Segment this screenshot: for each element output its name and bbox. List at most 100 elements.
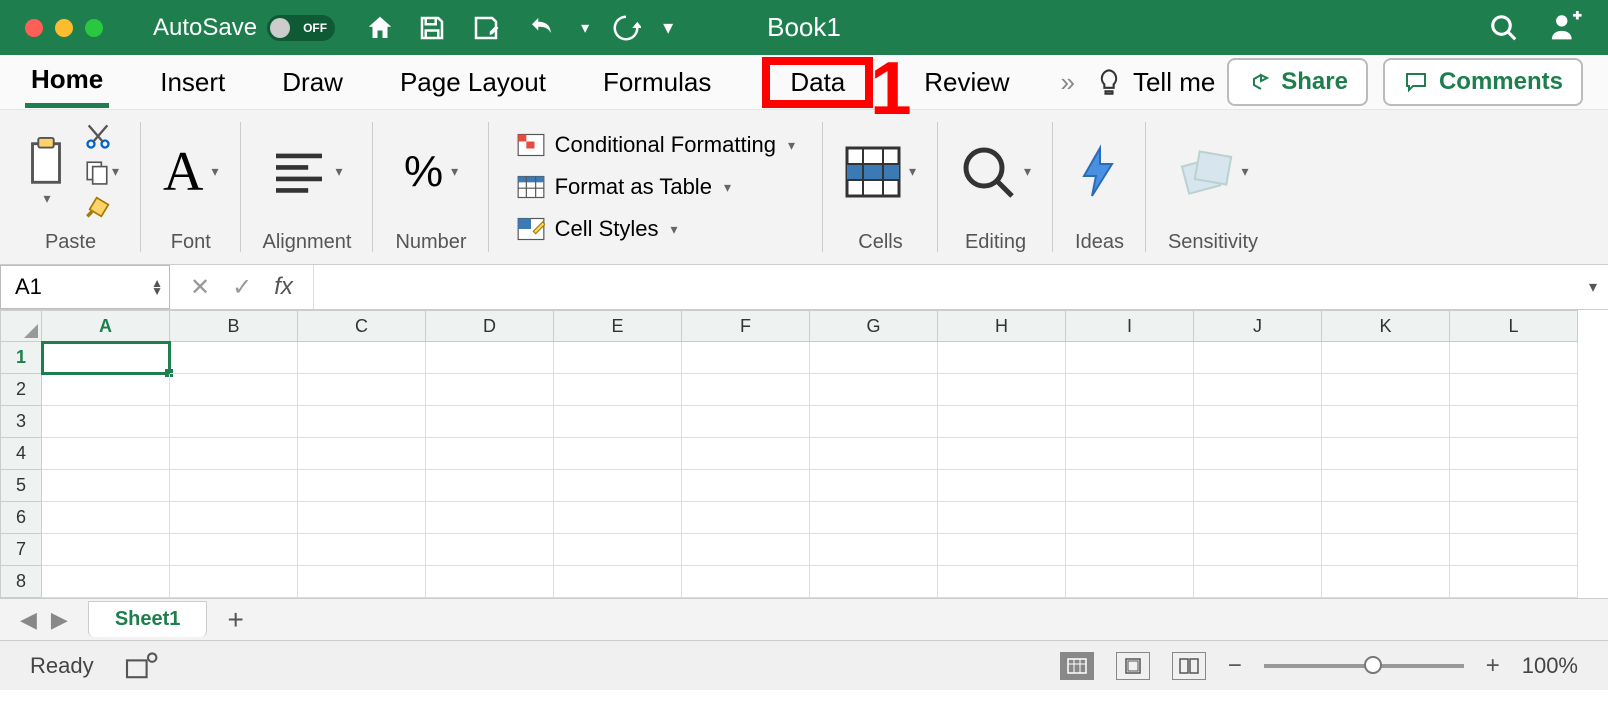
zoom-out-button[interactable]: − [1228, 652, 1242, 680]
cell-H3[interactable] [938, 406, 1066, 438]
col-header-I[interactable]: I [1066, 310, 1194, 342]
cell-D5[interactable] [426, 470, 554, 502]
minimize-window-button[interactable] [55, 19, 73, 37]
account-icon[interactable] [1549, 11, 1583, 45]
cell-L3[interactable] [1450, 406, 1578, 438]
macro-record-icon[interactable] [124, 652, 158, 680]
row-header-4[interactable]: 4 [0, 438, 42, 470]
sensitivity-dropdown[interactable]: ▾ [1241, 163, 1248, 180]
cell-F2[interactable] [682, 374, 810, 406]
cell-H8[interactable] [938, 566, 1066, 598]
col-header-B[interactable]: B [170, 310, 298, 342]
cell-L8[interactable] [1450, 566, 1578, 598]
cell-I4[interactable] [1066, 438, 1194, 470]
cell-B5[interactable] [170, 470, 298, 502]
tab-overflow-icon[interactable]: » [1061, 67, 1075, 98]
cell-I7[interactable] [1066, 534, 1194, 566]
copy-icon[interactable] [84, 159, 110, 185]
cell-I3[interactable] [1066, 406, 1194, 438]
cell-F6[interactable] [682, 502, 810, 534]
cancel-formula-icon[interactable]: ✕ [190, 273, 210, 302]
add-sheet-button[interactable]: + [227, 604, 243, 636]
cell-B6[interactable] [170, 502, 298, 534]
tab-formulas[interactable]: Formulas [597, 59, 717, 106]
paste-dropdown[interactable]: ▾ [43, 190, 50, 207]
cell-C8[interactable] [298, 566, 426, 598]
zoom-level[interactable]: 100% [1522, 653, 1578, 679]
cell-A1[interactable] [42, 342, 170, 374]
cell-B2[interactable] [170, 374, 298, 406]
cell-D1[interactable] [426, 342, 554, 374]
cell-E8[interactable] [554, 566, 682, 598]
cell-B3[interactable] [170, 406, 298, 438]
tab-data[interactable]: Data [762, 57, 873, 108]
accept-formula-icon[interactable]: ✓ [232, 273, 252, 302]
zoom-slider[interactable] [1264, 664, 1464, 668]
cell-F3[interactable] [682, 406, 810, 438]
cell-J3[interactable] [1194, 406, 1322, 438]
cell-G8[interactable] [810, 566, 938, 598]
cell-F1[interactable] [682, 342, 810, 374]
cell-L2[interactable] [1450, 374, 1578, 406]
cell-K5[interactable] [1322, 470, 1450, 502]
alignment-dropdown[interactable]: ▾ [335, 163, 342, 180]
row-header-7[interactable]: 7 [0, 534, 42, 566]
cell-E3[interactable] [554, 406, 682, 438]
autosave-toggle[interactable]: OFF [267, 15, 335, 41]
tab-review[interactable]: Review [918, 59, 1015, 106]
cell-L6[interactable] [1450, 502, 1578, 534]
conditional-formatting-button[interactable]: Conditional Formatting▾ [517, 128, 795, 162]
cell-E1[interactable] [554, 342, 682, 374]
cell-H1[interactable] [938, 342, 1066, 374]
cell-C7[interactable] [298, 534, 426, 566]
cell-K7[interactable] [1322, 534, 1450, 566]
qat-customize[interactable]: ▾ [663, 15, 673, 40]
cell-B8[interactable] [170, 566, 298, 598]
paste-icon[interactable] [22, 136, 70, 190]
cell-I8[interactable] [1066, 566, 1194, 598]
repeat-icon[interactable] [611, 13, 641, 43]
row-header-6[interactable]: 6 [0, 502, 42, 534]
save-icon[interactable] [417, 13, 447, 43]
cell-L4[interactable] [1450, 438, 1578, 470]
editing-dropdown[interactable]: ▾ [1024, 163, 1031, 180]
maximize-window-button[interactable] [85, 19, 103, 37]
sheet-tab-sheet1[interactable]: Sheet1 [88, 601, 208, 637]
col-header-D[interactable]: D [426, 310, 554, 342]
font-dropdown[interactable]: ▾ [211, 163, 218, 180]
cell-G5[interactable] [810, 470, 938, 502]
cell-H5[interactable] [938, 470, 1066, 502]
cell-I5[interactable] [1066, 470, 1194, 502]
tell-me[interactable]: Tell me [1095, 67, 1215, 98]
undo-icon[interactable] [525, 13, 559, 43]
cells-icon[interactable] [845, 146, 901, 198]
cell-H4[interactable] [938, 438, 1066, 470]
cell-F7[interactable] [682, 534, 810, 566]
format-painter-icon[interactable] [84, 193, 114, 221]
cell-styles-button[interactable]: Cell Styles▾ [517, 212, 678, 246]
cell-I1[interactable] [1066, 342, 1194, 374]
share-button[interactable]: Share [1227, 58, 1368, 106]
cell-I2[interactable] [1066, 374, 1194, 406]
alignment-icon[interactable] [271, 149, 327, 195]
cell-E4[interactable] [554, 438, 682, 470]
cell-J5[interactable] [1194, 470, 1322, 502]
cell-H2[interactable] [938, 374, 1066, 406]
col-header-E[interactable]: E [554, 310, 682, 342]
cell-J2[interactable] [1194, 374, 1322, 406]
col-header-G[interactable]: G [810, 310, 938, 342]
col-header-F[interactable]: F [682, 310, 810, 342]
cell-A8[interactable] [42, 566, 170, 598]
close-window-button[interactable] [25, 19, 43, 37]
cell-G2[interactable] [810, 374, 938, 406]
cell-E5[interactable] [554, 470, 682, 502]
cell-B4[interactable] [170, 438, 298, 470]
cell-I6[interactable] [1066, 502, 1194, 534]
cell-A6[interactable] [42, 502, 170, 534]
cell-A5[interactable] [42, 470, 170, 502]
zoom-slider-thumb[interactable] [1364, 656, 1382, 674]
fx-icon[interactable]: fx [274, 273, 293, 301]
cell-H6[interactable] [938, 502, 1066, 534]
editing-icon[interactable] [960, 144, 1016, 200]
ideas-icon[interactable] [1076, 144, 1124, 200]
